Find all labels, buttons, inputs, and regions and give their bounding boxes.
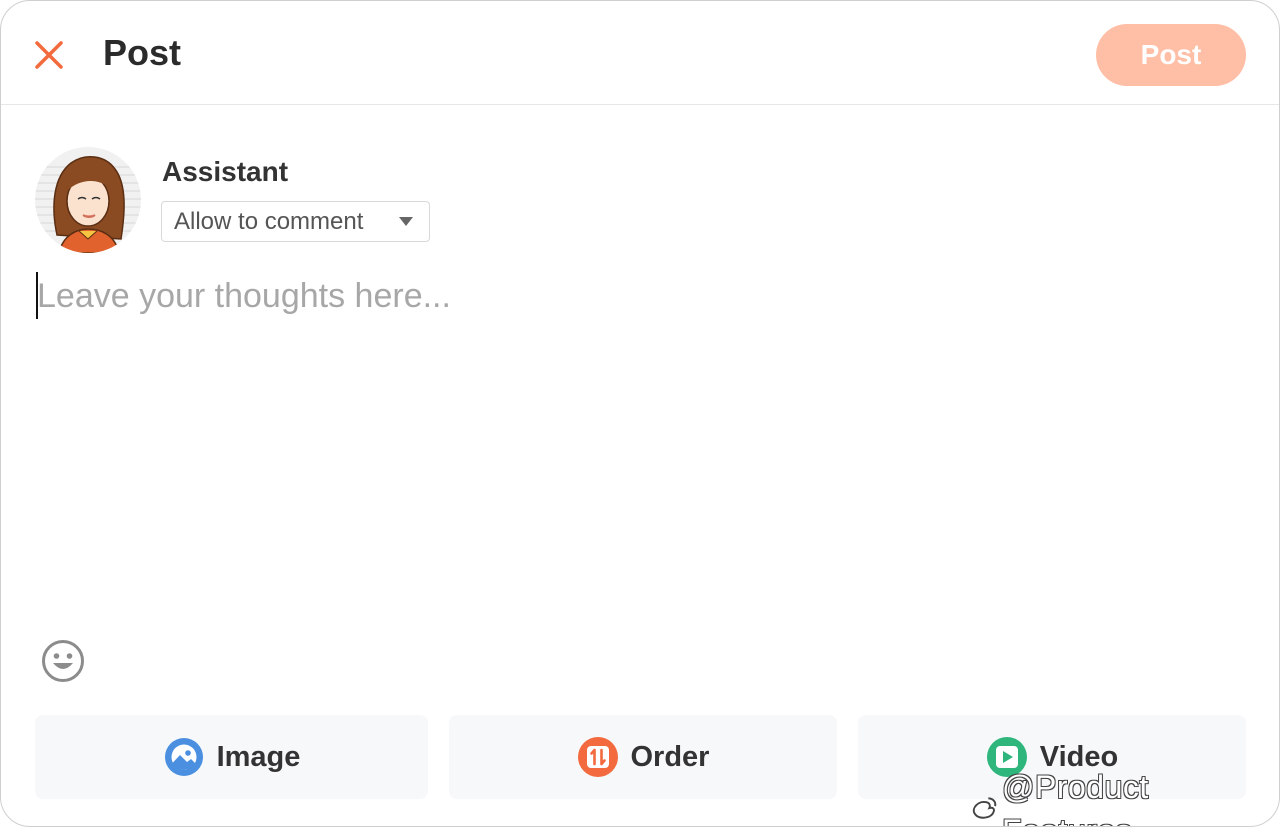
comment-permission-label: Allow to comment [174, 207, 364, 235]
image-icon [163, 736, 205, 778]
comment-permission-select[interactable]: Allow to comment [161, 201, 430, 242]
username: Assistant [162, 156, 289, 187]
dropdown-arrow-icon [399, 217, 413, 226]
image-button-label: Image [216, 740, 301, 773]
post-dialog: Post Post Assistant Allow to comment Lea… [0, 0, 1280, 827]
watermark-text: @Product Features [1002, 769, 1149, 826]
order-button[interactable]: Order [449, 715, 837, 799]
thoughts-input[interactable]: Leave your thoughts here... [35, 271, 1245, 611]
text-cursor [36, 272, 38, 319]
watermark: @Product Features [969, 765, 1279, 826]
page-title: Post [103, 32, 182, 73]
smiley-icon[interactable] [41, 639, 85, 683]
post-button[interactable]: Post [1096, 24, 1246, 86]
order-icon [577, 736, 619, 778]
close-icon[interactable] [31, 37, 67, 73]
image-button[interactable]: Image [35, 715, 428, 799]
avatar [35, 147, 141, 253]
order-button-label: Order [630, 740, 710, 773]
weibo-logo-icon [972, 797, 997, 819]
header: Post Post [1, 1, 1279, 105]
